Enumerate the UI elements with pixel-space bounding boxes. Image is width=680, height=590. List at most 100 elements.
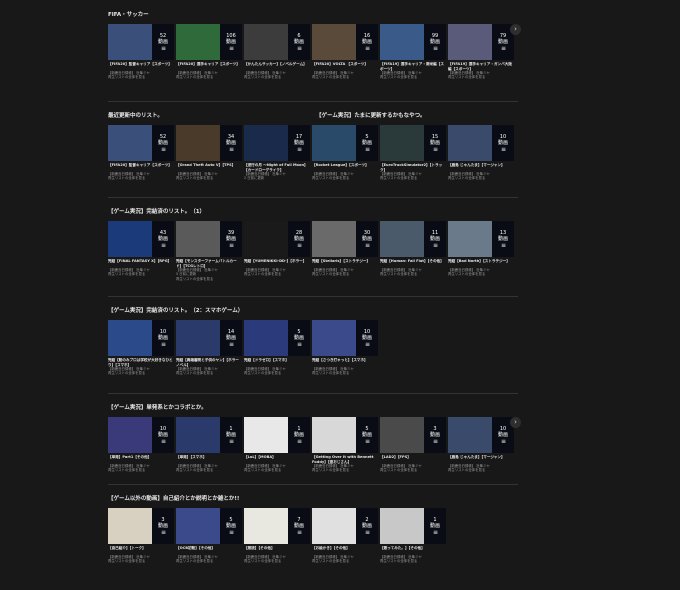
playlist-title[interactable]: 【FIFA20】選手キャリア【スポーツ】 xyxy=(176,62,242,71)
view-full-playlist-link[interactable]: 再生リストの全体を見る xyxy=(448,176,514,180)
view-full-playlist-link[interactable]: 再生リストの全体を見る xyxy=(176,559,242,563)
playlist-card[interactable]: 39 動画 ≡ 完結【モンスターファームバトルカード】【TCGレトロ】 【新鹿島日録帳】… xyxy=(176,221,242,281)
playlist-thumbnail[interactable]: 10 動画 ≡ xyxy=(448,125,514,161)
section-title[interactable]: 【ゲーム実況】完結済のリスト。（2：スマホゲーム） xyxy=(108,306,243,314)
playlist-card[interactable]: 6 動画 ≡ 【かんたんサッカー】【ノベルゲーム】 【新鹿島日録帳】 杜隼ミヤ 再生リスト… xyxy=(244,24,310,80)
view-full-playlist-link[interactable]: 再生リストの全体を見る xyxy=(312,272,378,276)
playlist-title[interactable]: 【LAD2】【FPS】 xyxy=(380,455,446,464)
playlist-card[interactable]: 30 動画 ≡ 完結【Stellaris】【ストラテジー】 【新鹿島日録帳】 杜隼ミヤ再… xyxy=(312,221,378,281)
playlist-thumbnail[interactable]: 6 動画 ≡ xyxy=(244,24,310,60)
playlist-thumbnail[interactable]: 3 動画 ≡ xyxy=(380,417,446,453)
playlist-thumbnail[interactable]: 39 動画 ≡ xyxy=(176,221,242,257)
playlist-title[interactable]: 完結【モンスターファームバトルカード】【TCGレトロ】 xyxy=(176,259,242,268)
view-full-playlist-link[interactable]: 再生リストの全体を見る xyxy=(108,559,174,563)
playlist-card[interactable]: 5 動画 ≡ 【Rocket League】【スポーツ】 【新鹿島日録帳】 杜隼ミヤ 再生… xyxy=(312,125,378,181)
playlist-thumbnail[interactable]: 43 動画 ≡ xyxy=(108,221,174,257)
playlist-title[interactable]: 【FIFA20】監督キャリア【スポーツ】 xyxy=(108,163,174,172)
playlist-thumbnail[interactable]: 1 動画 ≡ xyxy=(380,508,446,544)
view-full-playlist-link[interactable]: 再生リストの全体を見る xyxy=(108,468,174,472)
playlist-card[interactable]: 3 動画 ≡ 【LAD2】【FPS】 【新鹿島日録帳】 杜隼ミヤ 再生リストの全体を見る xyxy=(380,417,446,473)
view-full-playlist-link[interactable]: 再生リストの全体を見る xyxy=(176,371,242,375)
playlist-card[interactable]: 52 動画 ≡ 【FIFA20】監督キャリア【スポーツ】 【新鹿島日録帳】 杜隼ミヤ 再生… xyxy=(108,125,174,181)
playlist-card[interactable]: 2 動画 ≡ 【お絵かき】【その他】 【新鹿島日録帳】 杜隼ミヤ 再生リストの全体を見る xyxy=(312,508,378,564)
playlist-thumbnail[interactable]: 17 動画 ≡ xyxy=(244,125,310,161)
view-full-playlist-link[interactable]: 2 日前に更新 xyxy=(244,176,310,180)
playlist-title[interactable]: 【朗読】【その他】 xyxy=(244,546,310,555)
playlist-card[interactable]: 5 動画 ≡ 【OCB初動】【その他】 【新鹿島日録帳】 杜隼ミヤ 再生リストの全体を見る xyxy=(176,508,242,564)
section-title[interactable]: 【ゲーム実況】単発系とかコラボとか。 xyxy=(108,403,207,411)
playlist-card[interactable]: 34 動画 ≡ 【Grand Theft Auto V】【TPS】 【新鹿島日録帳】 杜… xyxy=(176,125,242,181)
view-full-playlist-link[interactable]: 再生リストの全体を見る xyxy=(176,468,242,472)
playlist-title[interactable]: 【OCB初動】【その他】 xyxy=(176,546,242,555)
view-full-playlist-link[interactable]: 再生リストの全体を見る xyxy=(448,272,514,276)
view-full-playlist-link[interactable]: 再生リストの全体を見る xyxy=(312,559,378,563)
playlist-card[interactable]: 106 動画 ≡ 【FIFA20】選手キャリア【スポーツ】 【新鹿島日録帳】 杜隼ミヤ再… xyxy=(176,24,242,80)
playlist-card[interactable]: 16 動画 ≡ 【FIFA20】VOLTA 【スポーツ】 【新鹿島日録帳】 杜隼ミヤ 再生… xyxy=(312,24,378,80)
next-arrow-button[interactable]: › xyxy=(510,24,521,35)
playlist-thumbnail[interactable]: 16 動画 ≡ xyxy=(312,24,378,60)
view-full-playlist-link[interactable]: 再生リストの全体を見る xyxy=(176,176,242,180)
playlist-card[interactable]: 17 動画 ≡ 【送行の月 ～Night of Full Moon】【カードローグライ… xyxy=(244,125,310,181)
playlist-title[interactable]: 【FIFA19】選手キャリア・ガンバ大阪編【スポーツ】 xyxy=(448,62,514,71)
playlist-card[interactable]: 10 動画 ≡ 完結【動のみプロは学校が大好きなひとり】【スマホ】 【新鹿島日録帳】 杜… xyxy=(108,320,174,376)
playlist-title[interactable]: 完結【Bad North】【ストラテジー】 xyxy=(448,259,514,268)
playlist-title[interactable]: 完結【動のみプロは学校が大好きなひとり】【スマホ】 xyxy=(108,358,174,367)
playlist-card[interactable]: 10 動画 ≡ 【単発】Part1【その他】 【新鹿島日録帳】 杜隼ミヤ 再生リストの全体… xyxy=(108,417,174,473)
playlist-title[interactable]: 完結【Human: Fall Flat】【その他】 xyxy=(380,259,446,268)
playlist-card[interactable]: 1 動画 ≡ 【単発】【スマホ】 【新鹿島日録帳】 杜隼ミヤ 再生リストの全体を見る xyxy=(176,417,242,473)
playlist-card[interactable]: 1 動画 ≡ 【LoL】【MOBA】 【新鹿島日録帳】 杜隼ミヤ 再生リストの全体を見る xyxy=(244,417,310,473)
view-full-playlist-link[interactable]: 再生リストの全体を見る xyxy=(176,277,242,281)
view-full-playlist-link[interactable]: 再生リストの全体を見る xyxy=(312,468,378,472)
view-full-playlist-link[interactable]: 再生リストの全体を見る xyxy=(312,176,378,180)
view-full-playlist-link[interactable]: 再生リストの全体を見る xyxy=(244,468,310,472)
playlist-thumbnail[interactable]: 11 動画 ≡ xyxy=(380,221,446,257)
view-full-playlist-link[interactable]: 再生リストの全体を見る xyxy=(108,272,174,276)
playlist-thumbnail[interactable]: 10 動画 ≡ xyxy=(108,417,174,453)
playlist-thumbnail[interactable]: 99 動画 ≡ xyxy=(380,24,446,60)
playlist-thumbnail[interactable]: 1 動画 ≡ xyxy=(176,417,242,453)
view-full-playlist-link[interactable]: 再生リストの全体を見る xyxy=(380,176,446,180)
view-full-playlist-link[interactable]: 再生リストの全体を見る xyxy=(380,75,446,79)
playlist-thumbnail[interactable]: 34 動画 ≡ xyxy=(176,125,242,161)
playlist-title[interactable]: 【FIFA20】VOLTA 【スポーツ】 xyxy=(312,62,378,71)
playlist-thumbnail[interactable]: 2 動画 ≡ xyxy=(312,508,378,544)
playlist-card[interactable]: 11 動画 ≡ 完結【Human: Fall Flat】【その他】 【新鹿島日録帳】 杜… xyxy=(380,221,446,281)
playlist-thumbnail[interactable]: 10 動画 ≡ xyxy=(108,320,174,356)
playlist-title[interactable]: 【Rocket League】【スポーツ】 xyxy=(312,163,378,172)
playlist-card[interactable]: 14 動画 ≡ 完結【異端審問と子供のヤン】【ホラーノベル】 【新鹿島日録帳】 杜隼ミヤ… xyxy=(176,320,242,376)
view-full-playlist-link[interactable]: 再生リストの全体を見る xyxy=(244,371,310,375)
playlist-title[interactable]: 【歌ってみた。】【その他】 xyxy=(380,546,446,555)
playlist-title[interactable]: 完結【FINAL FANTASY X】【RPG】 xyxy=(108,259,174,268)
playlist-thumbnail[interactable]: 5 動画 ≡ xyxy=(244,320,310,356)
playlist-title[interactable]: 【送行の月 ～Night of Full Moon】【カードローグライク】 xyxy=(244,163,310,172)
playlist-thumbnail[interactable]: 5 動画 ≡ xyxy=(312,417,378,453)
playlist-title[interactable]: 【単発】【スマホ】 xyxy=(176,455,242,464)
playlist-thumbnail[interactable]: 52 動画 ≡ xyxy=(108,24,174,60)
view-full-playlist-link[interactable]: 再生リストの全体を見る xyxy=(244,75,310,79)
next-arrow-button[interactable]: › xyxy=(510,417,521,428)
playlist-card[interactable]: 7 動画 ≡ 【朗読】【その他】 【新鹿島日録帳】 杜隼ミヤ 再生リストの全体を見る xyxy=(244,508,310,564)
playlist-card[interactable]: 5 動画 ≡ 完結【ドラゼロ】【スマホ】 【新鹿島日録帳】 杜隼ミヤ 再生リストの全体を見… xyxy=(244,320,310,376)
playlist-thumbnail[interactable]: 106 動画 ≡ xyxy=(176,24,242,60)
playlist-card[interactable]: 13 動画 ≡ 完結【Bad North】【ストラテジー】 【新鹿島日録帳】 杜隼ミヤ再… xyxy=(448,221,514,281)
playlist-title[interactable]: 【お絵かき】【その他】 xyxy=(312,546,378,555)
playlist-thumbnail[interactable]: 1 動画 ≡ xyxy=(244,417,310,453)
playlist-thumbnail[interactable]: 13 動画 ≡ xyxy=(448,221,514,257)
playlist-thumbnail[interactable]: 79 動画 ≡ xyxy=(448,24,514,60)
view-full-playlist-link[interactable]: 再生リストの全体を見る xyxy=(312,371,378,375)
view-full-playlist-link[interactable]: 再生リストの全体を見る xyxy=(312,75,378,79)
playlist-thumbnail[interactable]: 5 動画 ≡ xyxy=(312,125,378,161)
playlist-title[interactable]: 【FIFA19】選手キャリア・南米編【スポーツ】 xyxy=(380,62,446,71)
playlist-thumbnail[interactable]: 10 動画 ≡ xyxy=(448,417,514,453)
playlist-thumbnail[interactable]: 3 動画 ≡ xyxy=(108,508,174,544)
playlist-card[interactable]: 79 動画 ≡ 【FIFA19】選手キャリア・ガンバ大阪編【スポーツ】 【新鹿島日録帳】… xyxy=(448,24,514,80)
playlist-card[interactable]: 3 動画 ≡ 【自己紹介】【トーク】 【新鹿島日録帳】 杜隼ミヤ 再生リストの全体を見る xyxy=(108,508,174,564)
playlist-title[interactable]: 【単発】Part1【その他】 xyxy=(108,455,174,464)
playlist-title[interactable]: 【EuroTruckSimulator2】【トラック】 xyxy=(380,163,446,172)
playlist-thumbnail[interactable]: 30 動画 ≡ xyxy=(312,221,378,257)
playlist-title[interactable]: 【LoL】【MOBA】 xyxy=(244,455,310,464)
playlist-title[interactable]: 完結【YUMENIKKI-DD-】【ホラー】 xyxy=(244,259,310,268)
playlist-card[interactable]: 52 動画 ≡ 【FIFA20】監督キャリア【スポーツ】 【新鹿島日録帳】 杜隼ミヤ 再生… xyxy=(108,24,174,80)
playlist-card[interactable]: 10 動画 ≡ 【鹿島 じゃんたま】【マージャン】 【新鹿島日録帳】 杜隼ミヤ 再生リスト… xyxy=(448,417,514,473)
playlist-card[interactable]: 1 動画 ≡ 【歌ってみた。】【その他】 【新鹿島日録帳】 杜隼ミヤ 再生リストの全体を見… xyxy=(380,508,446,564)
